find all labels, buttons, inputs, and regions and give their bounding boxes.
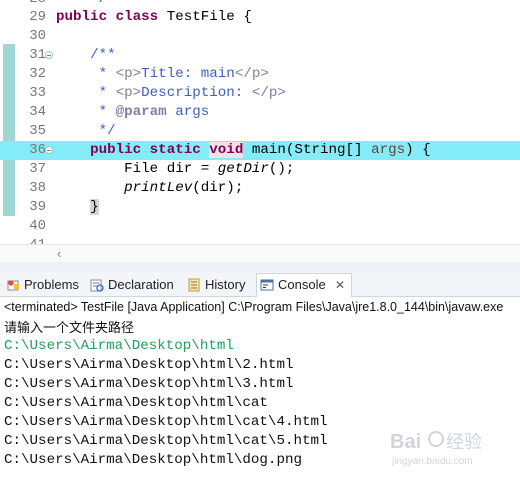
history-icon <box>188 278 200 292</box>
line-number: 30 <box>29 28 46 44</box>
tab-history[interactable]: History <box>187 274 251 296</box>
console-line: C:\Users\Airma\Desktop\html\cat\4.html <box>4 414 328 430</box>
code-text: /** <box>90 47 116 63</box>
code-text: * @param args <box>90 104 210 120</box>
console-user-input: C:\Users\Airma\Desktop\html <box>4 338 234 354</box>
code-line-34[interactable]: 34 * @param args <box>0 103 520 122</box>
code-text: } <box>90 199 99 215</box>
baidu-watermark-logo: Bai 经验 jingyan.baidu.com <box>390 431 482 467</box>
close-icon[interactable]: ✕ <box>335 274 345 296</box>
svg-text:jingyan.baidu.com: jingyan.baidu.com <box>391 456 473 467</box>
code-line-36-current[interactable]: 36 public static void main(String[] args… <box>0 141 520 160</box>
code-line-29[interactable]: 29 public class TestFile { <box>0 8 520 27</box>
console-prompt: 请输入一个文件夹路径 <box>4 320 135 335</box>
line-number: 33 <box>29 85 46 101</box>
console-line: C:\Users\Airma\Desktop\html\cat\5.html <box>4 433 328 449</box>
code-text: public static void main(String[] args) { <box>90 142 431 158</box>
line-number: 31 <box>29 47 46 63</box>
line-number: 38 <box>29 180 46 196</box>
line-number: 34 <box>29 104 46 120</box>
code-line-37[interactable]: 37 File dir = getDir(); <box>0 160 520 179</box>
scroll-left-arrow-icon[interactable]: ‹ <box>57 245 61 262</box>
tab-label: History <box>205 277 246 292</box>
tab-declaration[interactable]: Declaration <box>90 274 182 296</box>
tab-problems[interactable]: Problems <box>6 274 84 296</box>
console-line: C:\Users\Airma\Desktop\html\2.html <box>4 357 294 373</box>
code-text: */ <box>90 123 116 139</box>
console-line: C:\Users\Airma\Desktop\html\cat <box>4 395 268 411</box>
terminated-status: <terminated> TestFile [Java Application]… <box>4 300 504 314</box>
code-editor[interactable]: 28 */ 29 public class TestFile { 30 31 /… <box>0 0 520 262</box>
tab-label: Console <box>278 277 326 292</box>
line-number: 29 <box>29 9 46 25</box>
console-line: C:\Users\Airma\Desktop\html\3.html <box>4 376 294 392</box>
fold-collapse-icon[interactable] <box>45 146 53 154</box>
code-text: * <p>Title: main</p> <box>90 66 269 82</box>
tab-console[interactable]: Console ✕ <box>256 273 352 297</box>
svg-text:Bai: Bai <box>390 431 421 453</box>
code-text: printLev(dir); <box>124 180 244 196</box>
code-line-38[interactable]: 38 printLev(dir); <box>0 179 520 198</box>
line-number: 35 <box>29 123 46 139</box>
code-line-35[interactable]: 35 */ <box>0 122 520 141</box>
line-number: 39 <box>29 199 46 215</box>
declaration-icon <box>90 279 104 292</box>
console-icon <box>260 279 274 291</box>
code-text: File dir = getDir(); <box>124 161 295 177</box>
code-text: * <p>Description: </p> <box>90 85 286 101</box>
code-line-32[interactable]: 32 * <p>Title: main</p> <box>0 65 520 84</box>
view-tab-bar: Problems Declaration History Console ✕ <box>0 272 520 297</box>
code-line-39[interactable]: 39 } <box>0 198 520 217</box>
line-number: 40 <box>29 218 46 234</box>
problems-icon <box>7 280 19 291</box>
line-number: 36 <box>29 142 46 158</box>
code-line-31[interactable]: 31 /** <box>0 46 520 65</box>
code-line-33[interactable]: 33 * <p>Description: </p> <box>0 84 520 103</box>
fold-collapse-icon[interactable] <box>45 51 53 59</box>
line-number: 32 <box>29 66 46 82</box>
tab-label: Declaration <box>108 277 174 292</box>
svg-text:经验: 经验 <box>446 432 482 453</box>
code-line-40[interactable]: 40 <box>0 217 520 236</box>
horizontal-scrollbar[interactable]: ‹ <box>0 244 520 262</box>
tab-label: Problems <box>24 277 79 292</box>
code-line-30[interactable]: 30 <box>0 27 520 46</box>
line-number: 37 <box>29 161 46 177</box>
code-text: public class TestFile { <box>56 9 252 25</box>
console-line: C:\Users\Airma\Desktop\html\dog.png <box>4 452 302 468</box>
